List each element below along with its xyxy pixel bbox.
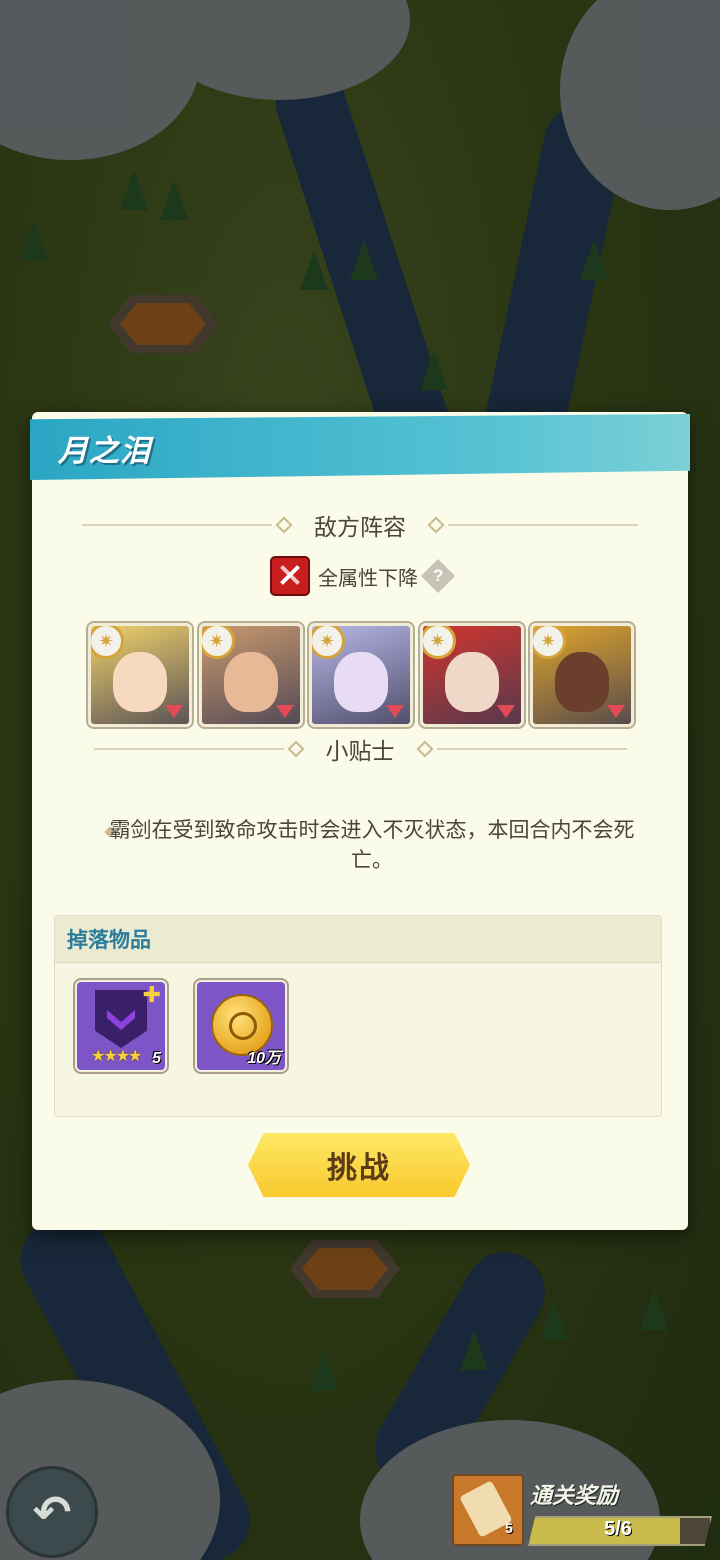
rank-chevron-icon	[386, 705, 404, 718]
divider	[93, 748, 284, 750]
enemy-hero-card[interactable]	[88, 623, 192, 727]
drops-panel: 掉落物品 ✚ ★★★★ 5 10万	[54, 915, 662, 1117]
enemy-lineup	[88, 623, 634, 727]
hero-portrait	[555, 652, 609, 712]
diamond-icon	[416, 740, 433, 758]
help-icon[interactable]: ?	[421, 559, 455, 593]
debuff-label: 全属性下降	[318, 567, 418, 590]
enemy-heading: 敌方阵容	[314, 514, 406, 540]
enemy-hero-card[interactable]	[309, 623, 413, 727]
drop-item-shield[interactable]: ✚ ★★★★ 5	[75, 980, 167, 1072]
enemy-hero-card[interactable]	[419, 623, 524, 727]
drops-heading: 掉落物品	[67, 929, 151, 952]
rank-chevron-icon	[496, 705, 515, 718]
drops-header: 掉落物品	[55, 916, 661, 963]
faction-star-icon	[312, 626, 345, 659]
divider	[448, 524, 638, 526]
tips-section-header: 小贴士	[32, 734, 688, 764]
debuff-row: 全属性下降 ?	[32, 556, 688, 596]
help-symbol: ?	[432, 565, 444, 585]
item-stars: ★★★★	[91, 1048, 142, 1065]
reward-scroll-icon[interactable]	[452, 1474, 524, 1546]
faction-star-icon	[533, 626, 566, 659]
faction-star-icon	[91, 626, 124, 659]
drop-item-coin[interactable]: 10万	[195, 980, 287, 1072]
purple-shield-icon	[95, 990, 147, 1048]
back-button[interactable]: ↶	[6, 1466, 98, 1558]
diamond-icon	[275, 516, 293, 534]
challenge-label: 挑战	[327, 1152, 391, 1185]
enemy-section-header: 敌方阵容	[32, 510, 688, 540]
hero-portrait	[223, 652, 278, 712]
back-arrow-icon: ↶	[32, 1486, 72, 1538]
rank-chevron-icon	[607, 705, 625, 718]
hero-portrait	[113, 652, 167, 712]
title-bar: 月之泪	[30, 414, 690, 480]
challenge-button[interactable]: 挑战	[248, 1133, 470, 1197]
rank-chevron-icon	[275, 705, 294, 718]
hero-portrait	[444, 652, 499, 712]
stage-title: 月之泪	[58, 435, 151, 468]
tip-text: 霸剑在受到致命攻击时会进入不灭状态，本回合内不会死亡。	[109, 819, 635, 872]
item-count: 5	[152, 1050, 161, 1067]
divider	[436, 748, 627, 750]
enemy-hero-card[interactable]	[198, 623, 303, 727]
diamond-icon	[427, 516, 445, 534]
plus-icon: ✚	[142, 982, 161, 1007]
diamond-icon	[287, 740, 304, 758]
hero-portrait	[334, 652, 388, 712]
enemy-hero-card[interactable]	[530, 623, 634, 727]
sword-debuff-icon[interactable]	[270, 556, 310, 596]
reward-label: 通关奖励	[530, 1483, 619, 1508]
tips-heading: 小贴士	[325, 738, 395, 764]
rank-chevron-icon	[165, 705, 183, 718]
reward-count-badge: 5	[505, 1520, 513, 1536]
stage-dialog: 月之泪 敌方阵容 全属性下降 ? 小贴士 霸剑在受到致命攻击时会进入不灭状态，本…	[30, 412, 690, 1230]
divider	[82, 524, 272, 526]
faction-star-icon	[201, 626, 235, 659]
reward-progress-text: 5/6	[604, 1518, 632, 1540]
item-count: 10万	[247, 1050, 281, 1067]
faction-star-icon	[422, 626, 456, 659]
